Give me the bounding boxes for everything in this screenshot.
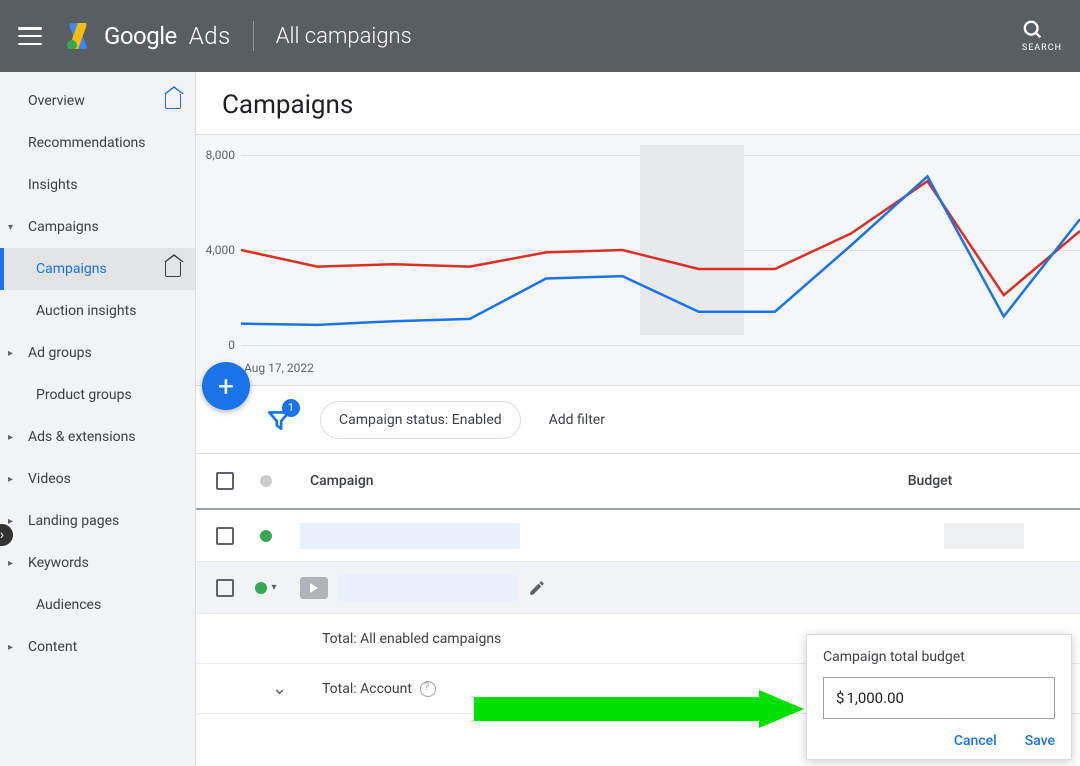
- search-icon: [1022, 19, 1062, 41]
- chart-x-start-label: Aug 17, 2022: [196, 355, 1080, 385]
- sidebar-item-recommendations[interactable]: Recommendations: [0, 122, 195, 164]
- search-button[interactable]: SEARCH: [1022, 19, 1062, 53]
- status-enabled-icon[interactable]: [255, 582, 267, 594]
- sidebar-item-product-groups[interactable]: Product groups: [0, 374, 195, 416]
- row-checkbox[interactable]: [216, 579, 234, 597]
- sidebar-item-auction-insights[interactable]: Auction insights: [0, 290, 195, 332]
- performance-chart[interactable]: 04,0008,000 Aug 17, 2022: [196, 135, 1080, 386]
- sidebar-item-ad-groups[interactable]: ▸Ad groups: [0, 332, 195, 374]
- brand-text-ads: Ads: [189, 22, 231, 50]
- hamburger-menu-icon[interactable]: [18, 24, 42, 48]
- home-icon: [165, 261, 181, 277]
- chevron-right-icon: ▸: [8, 348, 24, 359]
- status-filter-chip[interactable]: Campaign status: Enabled: [320, 401, 521, 439]
- sidebar-item-videos[interactable]: ▸Videos: [0, 458, 195, 500]
- sidebar-item-campaigns-parent[interactable]: ▾Campaigns: [0, 206, 195, 248]
- help-icon[interactable]: [420, 681, 436, 697]
- chevron-right-icon: ▸: [8, 516, 24, 527]
- sidebar-item-landing-pages[interactable]: ▸Landing pages: [0, 500, 195, 542]
- budget-input[interactable]: $ 1,000.00: [823, 677, 1055, 719]
- table-row[interactable]: [196, 510, 1080, 562]
- header-scope-title[interactable]: All campaigns: [276, 24, 412, 49]
- status-dot-icon: [260, 475, 272, 487]
- brand-logo: Google Ads: [64, 22, 231, 50]
- sidebar-item-insights[interactable]: Insights: [0, 164, 195, 206]
- add-filter-button[interactable]: Add filter: [549, 412, 605, 428]
- plus-icon: +: [218, 370, 234, 403]
- sidebar-item-audiences[interactable]: Audiences: [0, 584, 195, 626]
- budget-value-redacted[interactable]: [944, 523, 1024, 549]
- sidebar-item-content[interactable]: ▸Content: [0, 626, 195, 668]
- column-budget[interactable]: Budget: [800, 473, 1060, 489]
- add-campaign-fab[interactable]: +: [202, 362, 250, 410]
- edit-icon[interactable]: [528, 579, 546, 597]
- column-campaign[interactable]: Campaign: [286, 473, 800, 489]
- chevron-down-icon: ▾: [8, 222, 24, 233]
- home-icon: [165, 93, 181, 109]
- filter-bar: + 1 Campaign status: Enabled Add filter: [196, 386, 1080, 454]
- chevron-down-icon[interactable]: ▾: [271, 582, 276, 593]
- chevron-right-icon: ▸: [8, 642, 24, 653]
- page-title: Campaigns: [196, 72, 1080, 135]
- video-campaign-icon: [300, 577, 328, 599]
- search-label: SEARCH: [1022, 43, 1062, 53]
- popup-title: Campaign total budget: [823, 649, 1055, 665]
- table-header: Campaign Budget: [196, 454, 1080, 510]
- select-all-checkbox[interactable]: [216, 472, 234, 490]
- filter-count-badge: 1: [282, 399, 300, 417]
- budget-edit-popup: Campaign total budget $ 1,000.00 Cancel …: [806, 634, 1072, 760]
- app-header: Google Ads All campaigns SEARCH: [0, 0, 1080, 72]
- save-button[interactable]: Save: [1025, 733, 1055, 749]
- row-checkbox[interactable]: [216, 527, 234, 545]
- sidebar-item-ads-extensions[interactable]: ▸Ads & extensions: [0, 416, 195, 458]
- sidebar: › Overview Recommendations Insights ▾Cam…: [0, 72, 196, 766]
- chevron-right-icon: ▸: [8, 432, 24, 443]
- cancel-button[interactable]: Cancel: [954, 733, 997, 749]
- chevron-right-icon: ▸: [8, 474, 24, 485]
- sidebar-item-overview[interactable]: Overview: [0, 80, 195, 122]
- header-divider: [253, 21, 254, 51]
- sidebar-item-keywords[interactable]: ▸Keywords: [0, 542, 195, 584]
- filter-funnel-button[interactable]: 1: [266, 407, 292, 433]
- table-row[interactable]: ▾: [196, 562, 1080, 614]
- brand-text-google: Google: [104, 22, 177, 50]
- sidebar-item-campaigns[interactable]: Campaigns: [0, 248, 195, 290]
- google-ads-logo-icon: [64, 23, 92, 49]
- campaign-name-redacted[interactable]: [300, 523, 520, 549]
- status-enabled-icon[interactable]: [260, 530, 272, 542]
- campaign-name-redacted[interactable]: [338, 575, 518, 601]
- chevron-right-icon: ▸: [8, 558, 24, 569]
- expand-icon[interactable]: ⌄: [272, 678, 296, 699]
